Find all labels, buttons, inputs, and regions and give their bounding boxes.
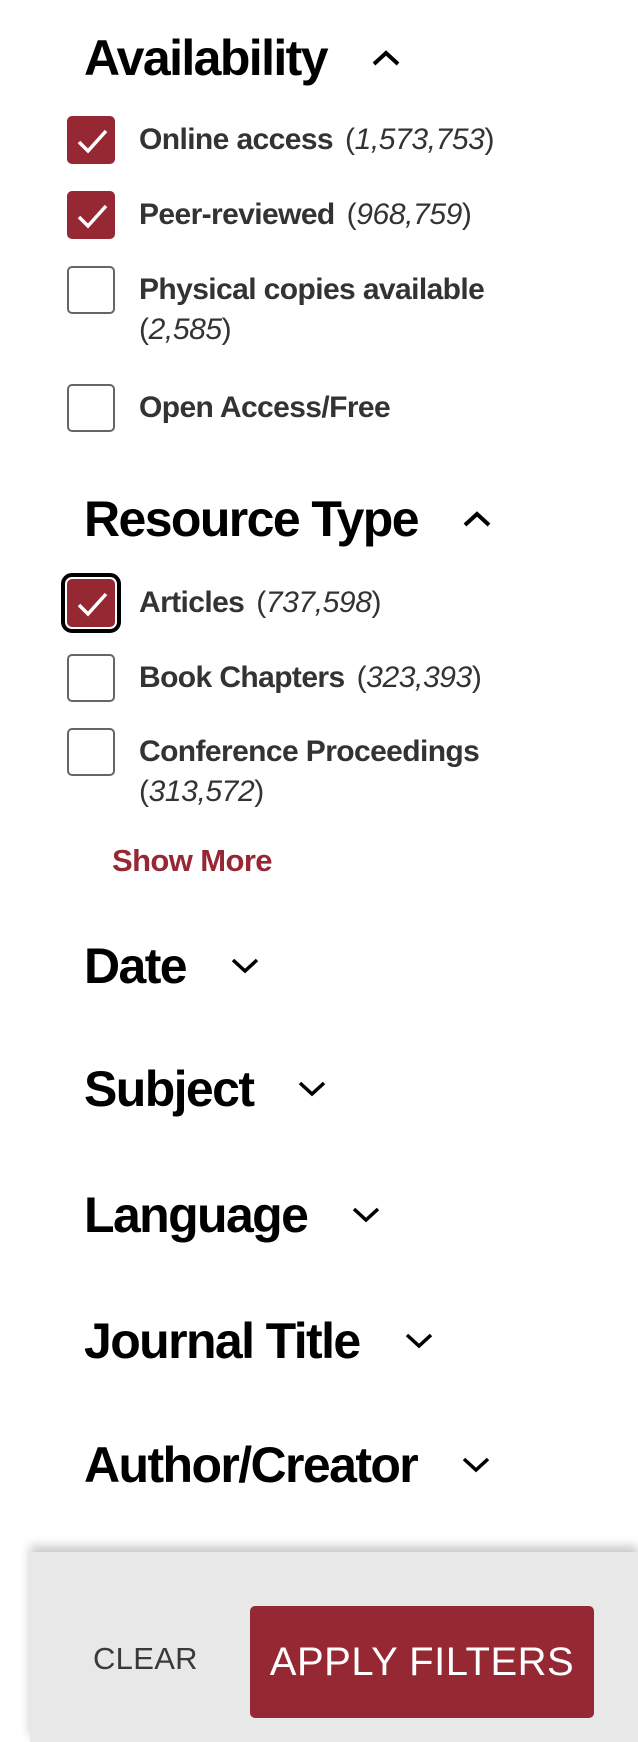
option-count: (968,759) xyxy=(346,198,472,231)
facet-option-physical-copies[interactable]: Physical copies available (2,585) xyxy=(67,266,539,350)
chevron-down-icon[interactable] xyxy=(404,1332,434,1350)
checkmark-icon xyxy=(77,592,108,617)
apply-filters-button[interactable]: APPLY FILTERS xyxy=(250,1606,594,1718)
option-label: Peer-reviewed xyxy=(139,198,335,231)
facet-heading-subject[interactable]: Subject xyxy=(84,1061,327,1117)
checkbox-articles[interactable] xyxy=(61,573,121,633)
chevron-down-icon[interactable] xyxy=(461,1456,491,1474)
chevron-up-icon[interactable] xyxy=(462,510,492,528)
show-more-link[interactable]: Show More xyxy=(112,843,273,879)
option-label: Articles xyxy=(139,586,245,619)
clear-button[interactable]: CLEAR xyxy=(93,1641,198,1677)
chevron-down-icon[interactable] xyxy=(297,1080,327,1098)
facet-option-book-chapters[interactable]: Book Chapters (323,393) xyxy=(67,654,539,702)
checkbox-book-chapters[interactable] xyxy=(67,654,115,702)
option-label: Open Access/Free xyxy=(139,391,391,424)
facet-title: Subject xyxy=(84,1061,255,1117)
facet-option-online-access[interactable]: Online access (1,573,753) xyxy=(67,116,539,164)
checkmark-icon xyxy=(77,129,108,154)
option-count: (737,598) xyxy=(256,586,382,619)
option-count: (2,585) xyxy=(139,313,232,346)
checkbox-conference-proceedings[interactable] xyxy=(67,728,115,776)
facet-heading-language[interactable]: Language xyxy=(84,1187,381,1243)
option-label: Conference Proceedings xyxy=(139,735,480,768)
facet-title: Language xyxy=(84,1187,309,1243)
option-label: Physical copies available xyxy=(139,273,485,306)
option-count: (313,572) xyxy=(139,775,264,808)
facet-title: Author/Creator xyxy=(84,1437,419,1493)
facet-option-articles[interactable]: Articles (737,598) xyxy=(61,573,539,633)
checkbox-online-access[interactable] xyxy=(67,116,115,164)
facet-heading-availability[interactable]: Availability xyxy=(84,30,401,86)
checkmark-icon xyxy=(77,204,108,229)
facet-title: Availability xyxy=(84,30,329,86)
option-count: (323,393) xyxy=(356,661,482,694)
option-count: (1,573,753) xyxy=(344,123,495,156)
facet-option-conference-proceedings[interactable]: Conference Proceedings (313,572) xyxy=(67,728,539,812)
facet-title: Journal Title xyxy=(84,1313,361,1369)
chevron-down-icon[interactable] xyxy=(351,1206,381,1224)
checkbox-peer-reviewed[interactable] xyxy=(67,191,115,239)
facet-option-peer-reviewed[interactable]: Peer-reviewed (968,759) xyxy=(67,191,539,239)
facet-option-open-access[interactable]: Open Access/Free xyxy=(67,384,539,432)
option-label: Online access xyxy=(139,123,334,156)
facet-heading-journal-title[interactable]: Journal Title xyxy=(84,1313,434,1369)
chevron-up-icon[interactable] xyxy=(371,49,401,67)
chevron-down-icon[interactable] xyxy=(230,957,260,975)
checkbox-physical-copies[interactable] xyxy=(67,266,115,314)
facet-heading-resource-type[interactable]: Resource Type xyxy=(84,491,492,547)
facet-title: Date xyxy=(84,938,188,994)
facet-heading-author-creator[interactable]: Author/Creator xyxy=(84,1437,491,1493)
facet-title: Resource Type xyxy=(84,491,420,547)
checkbox-open-access[interactable] xyxy=(67,384,115,432)
filter-action-bar: CLEAR APPLY FILTERS xyxy=(30,1552,638,1742)
option-label: Book Chapters xyxy=(139,661,345,694)
facet-heading-date[interactable]: Date xyxy=(84,938,260,994)
